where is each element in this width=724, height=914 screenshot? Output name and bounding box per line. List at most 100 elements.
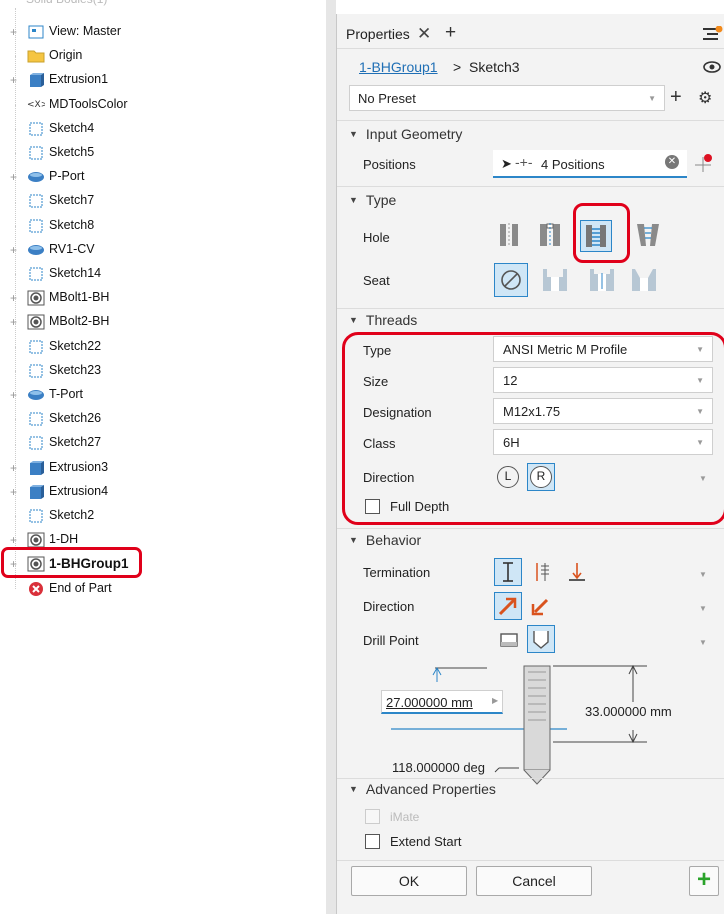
section-threads[interactable]: ▼ Threads: [349, 309, 417, 331]
tab-properties[interactable]: Properties: [346, 26, 410, 42]
drill-angle-value[interactable]: 118.000000 deg: [392, 760, 485, 775]
breadcrumb-current: Sketch3: [469, 59, 520, 75]
extend-start-checkbox[interactable]: [365, 834, 380, 849]
flip-direction-icon[interactable]: [529, 594, 553, 618]
chevron-right-icon[interactable]: ▶: [492, 696, 498, 705]
to-face-icon[interactable]: [565, 560, 589, 584]
browser-item[interactable]: + MBolt2-BH: [0, 298, 320, 334]
add-tab-icon[interactable]: +: [445, 22, 456, 44]
collapse-triangle-icon: ▼: [349, 535, 358, 545]
seat-label: Seat: [363, 273, 390, 288]
add-preset-icon[interactable]: +: [670, 86, 682, 109]
browser-item[interactable]: + Extrusion1: [0, 56, 320, 92]
no-seat-icon[interactable]: [494, 263, 528, 297]
tree-connector: [15, 419, 16, 444]
hole-icon: [27, 532, 45, 548]
total-depth-value[interactable]: 33.000000 mm: [583, 704, 674, 719]
port-icon: [27, 387, 45, 403]
counterbore-seat-icon[interactable]: [540, 265, 570, 295]
positions-selector[interactable]: ➤ -+- 4 Positions ✕: [493, 150, 687, 178]
depth-input[interactable]: 27.000000 mm ▶: [381, 690, 503, 714]
sketch-icon: [27, 218, 45, 234]
browser-item[interactable]: Sketch4: [0, 104, 320, 141]
tree-connector: [15, 80, 16, 105]
clear-icon[interactable]: ✕: [665, 155, 679, 169]
chevron-down-icon[interactable]: ▼: [699, 570, 707, 579]
browser-item-label: MBolt1-BH: [49, 290, 110, 305]
taper-tapped-hole-icon[interactable]: [633, 220, 663, 250]
browser-item[interactable]: Sketch23: [0, 346, 320, 383]
imate-checkbox[interactable]: [365, 809, 380, 824]
sketch-icon: [27, 339, 45, 355]
angle-drill-point-icon[interactable]: [527, 625, 555, 653]
through-all-icon[interactable]: [529, 560, 553, 584]
browser-item[interactable]: + MBolt1-BH: [0, 274, 320, 310]
browser-item[interactable]: + RV1-CV: [0, 225, 320, 262]
distance-termination-icon[interactable]: [494, 558, 522, 586]
browser-item-label: Extrusion3: [49, 459, 109, 474]
cancel-button[interactable]: Cancel: [476, 866, 592, 896]
browser-item[interactable]: Sketch5: [0, 129, 320, 165]
behavior-direction-label: Direction: [363, 599, 415, 614]
browser-item[interactable]: + T-Port: [0, 371, 320, 407]
add-point-icon[interactable]: [693, 152, 715, 174]
section-input-geometry[interactable]: ▼ Input Geometry: [349, 123, 462, 145]
preset-dropdown[interactable]: No Preset ▼: [349, 85, 665, 111]
browser-item-label: Origin: [49, 48, 83, 63]
port-icon: [27, 169, 45, 185]
properties-panel: Properties ✕ + 1-BHGroup1 > Sketch3 No P…: [336, 14, 724, 914]
gear-icon[interactable]: ⚙: [698, 88, 712, 108]
section-title: Type: [365, 192, 397, 208]
browser-item[interactable]: + P-Port: [0, 153, 320, 189]
imate-label: iMate: [390, 810, 420, 824]
browser-item[interactable]: Sketch8: [0, 201, 320, 238]
breadcrumb-parent-link[interactable]: 1-BHGroup1: [359, 59, 438, 75]
flat-drill-point-icon[interactable]: [497, 628, 521, 652]
chevron-down-icon[interactable]: ▼: [699, 638, 707, 647]
tree-connector: [15, 32, 16, 57]
tree-connector: [15, 104, 16, 129]
sketch-icon: [27, 193, 45, 209]
browser-item-label: Extrusion4: [49, 483, 109, 498]
simple-hole-icon[interactable]: [494, 220, 524, 250]
close-icon[interactable]: ✕: [417, 24, 431, 44]
browser-item-label: MDToolsColor: [49, 96, 128, 111]
sketch-icon: [27, 145, 45, 161]
browser-item[interactable]: Sketch22: [0, 322, 320, 359]
menu-icon[interactable]: [703, 25, 723, 40]
collapse-triangle-icon: ▼: [349, 129, 358, 139]
tree-connector: [15, 201, 16, 226]
browser-item[interactable]: Sketch2: [0, 492, 320, 528]
model-browser: Solid Bodies(1) +View: MasterOrigin+Extr…: [0, 0, 326, 914]
browser-item[interactable]: Sketch14: [0, 250, 320, 286]
sketch-icon: [27, 435, 45, 451]
browser-item[interactable]: + Extrusion3: [0, 443, 320, 480]
chevron-down-icon[interactable]: ▼: [699, 604, 707, 613]
collapse-triangle-icon: ▼: [349, 195, 358, 205]
default-direction-icon[interactable]: [494, 592, 522, 620]
ok-button[interactable]: OK: [351, 866, 467, 896]
browser-item[interactable]: Sketch27: [0, 419, 320, 455]
clearance-hole-icon[interactable]: [535, 220, 565, 250]
spotface-seat-icon[interactable]: [587, 265, 617, 295]
browser-item[interactable]: Sketch7: [0, 177, 320, 213]
sketch-icon: [27, 508, 45, 524]
apply-add-icon[interactable]: +: [689, 866, 719, 896]
hole-label: Hole: [363, 230, 390, 245]
visibility-eye-icon[interactable]: [703, 60, 721, 74]
extrusion-icon: [27, 72, 45, 88]
browser-item[interactable]: End of Part: [0, 564, 320, 601]
tree-connector: [15, 492, 16, 516]
section-type[interactable]: ▼ Type: [349, 189, 396, 211]
browser-item[interactable]: + View: Master: [0, 8, 320, 44]
browser-item[interactable]: Origin: [0, 32, 320, 68]
countersink-seat-icon[interactable]: [629, 265, 659, 295]
section-advanced-properties[interactable]: ▼ Advanced Properties: [349, 778, 496, 800]
browser-item[interactable]: <X> MDToolsColor: [0, 80, 320, 117]
tree-connector: [15, 250, 16, 274]
section-behavior[interactable]: ▼ Behavior: [349, 529, 421, 551]
browser-item[interactable]: Sketch26: [0, 395, 320, 431]
browser-item[interactable]: + Extrusion4: [0, 467, 320, 504]
section-title: Input Geometry: [365, 126, 463, 142]
hole-icon: [27, 314, 45, 330]
